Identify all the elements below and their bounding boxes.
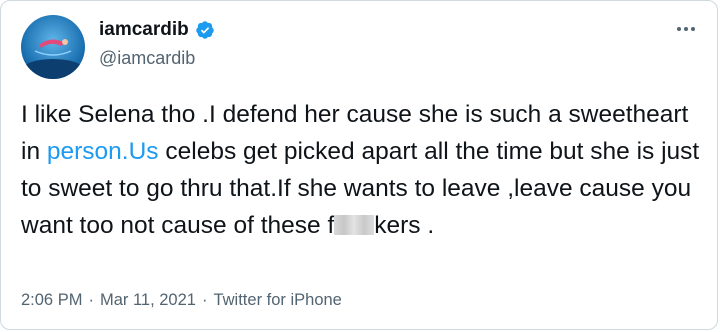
tweet-time[interactable]: 2:06 PM	[21, 291, 82, 310]
meta-separator: ·	[201, 291, 208, 309]
tweet-date[interactable]: Mar 11, 2021	[100, 291, 196, 310]
redaction-blur	[334, 215, 375, 235]
verified-badge-icon	[195, 20, 215, 40]
avatar-image	[21, 15, 85, 79]
tweet-card: iamcardib @iamcardib I like Selena tho .…	[0, 0, 718, 330]
tweet-meta: 2:06 PM · Mar 11, 2021 · Twitter for iPh…	[21, 291, 342, 310]
user-handle[interactable]: @iamcardib	[99, 48, 195, 69]
tweet-source[interactable]: Twitter for iPhone	[213, 291, 341, 310]
tweet-link[interactable]: person.Us	[47, 138, 159, 165]
meta-separator: ·	[88, 291, 94, 309]
more-horizontal-icon[interactable]	[677, 19, 695, 39]
tweet-text: I like Selena tho .I defend her cause sh…	[21, 96, 711, 244]
display-name[interactable]: iamcardib	[99, 19, 189, 41]
tweet-text-part3: kers .	[374, 212, 435, 239]
avatar[interactable]	[21, 15, 85, 79]
